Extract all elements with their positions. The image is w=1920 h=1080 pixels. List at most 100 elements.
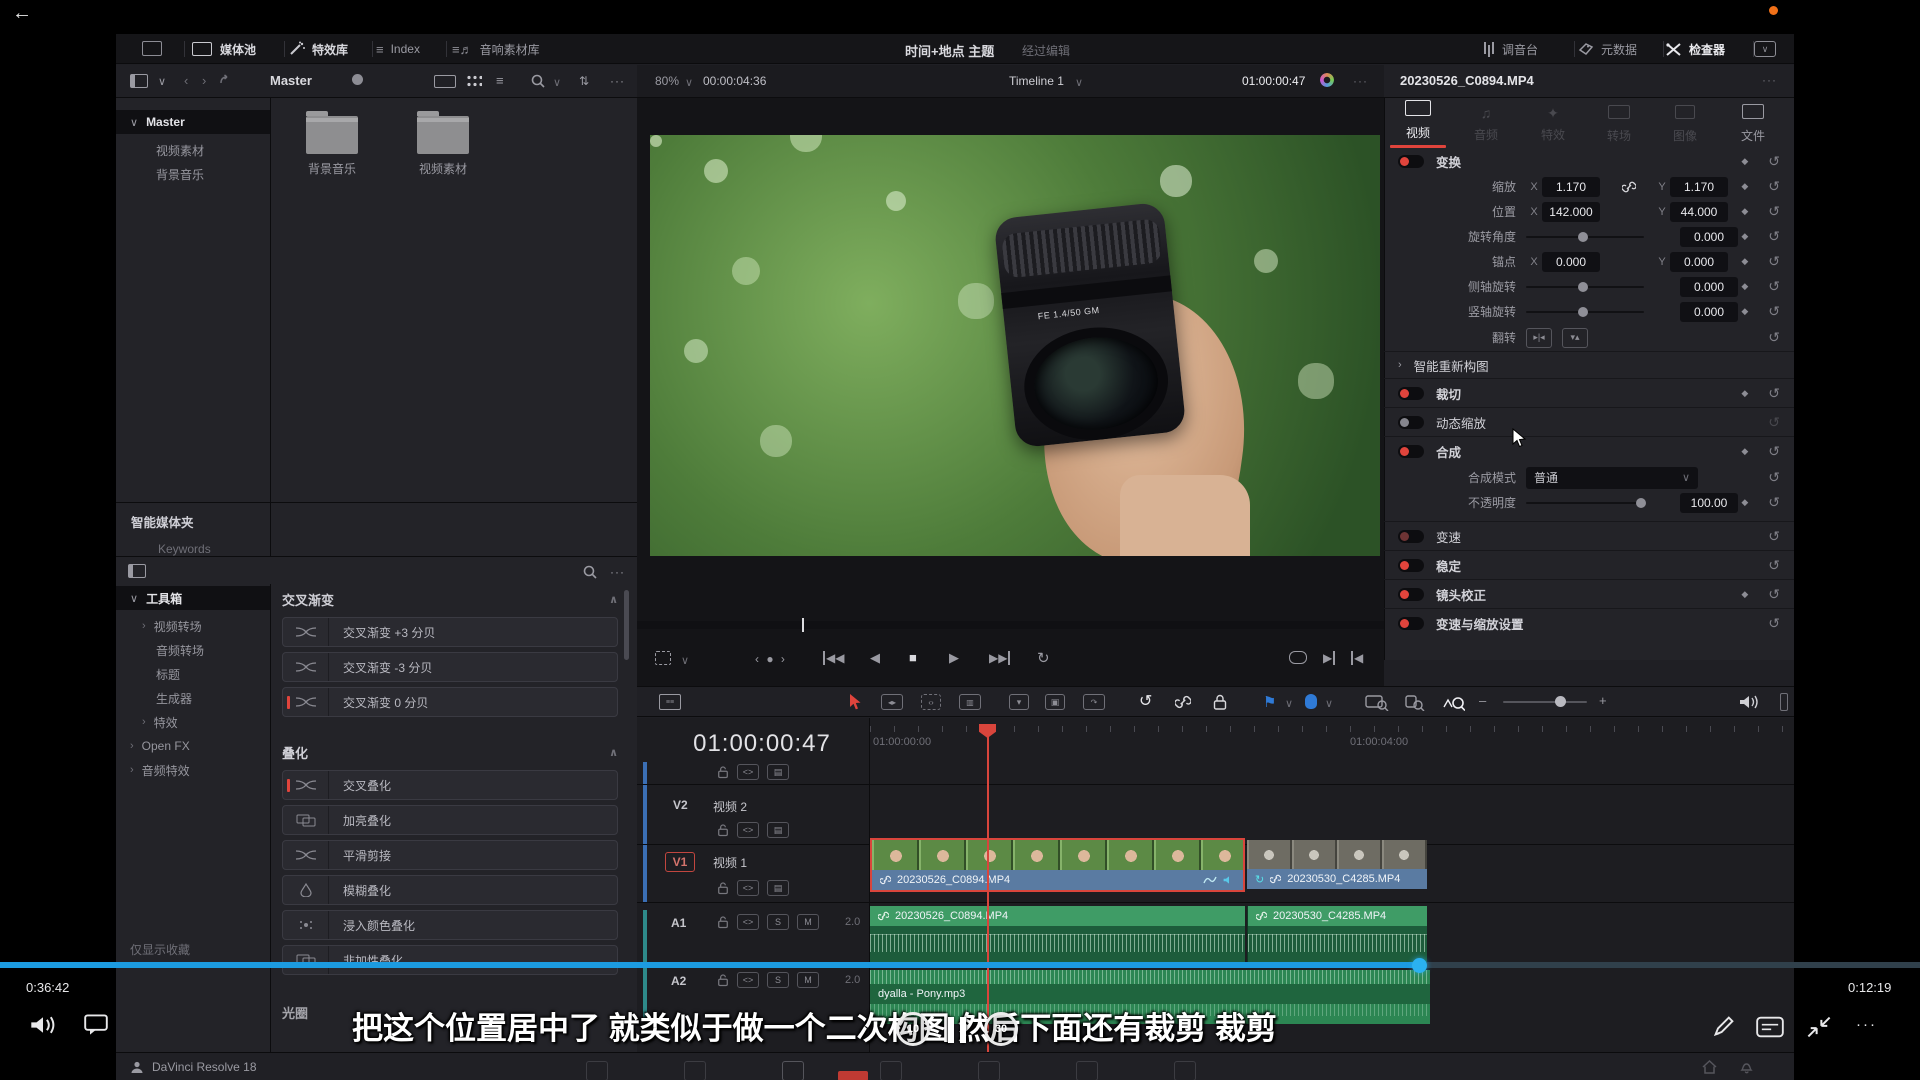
bin-list-chevron-icon[interactable]: ∨ [158, 75, 166, 88]
lens-correction-toggle[interactable] [1398, 587, 1424, 601]
track-a2-id[interactable]: A2 [671, 974, 686, 988]
auto-select-icon[interactable]: <> [737, 880, 759, 896]
fx-item[interactable]: 平滑剪接 [282, 840, 618, 870]
reset-icon[interactable]: ↺ [1768, 528, 1780, 545]
effects-panel-toggle-icon[interactable] [128, 564, 146, 578]
thumbnail-view-icon[interactable] [466, 74, 482, 88]
timeline-chevron-icon[interactable]: ∨ [1075, 76, 1083, 89]
reset-icon[interactable]: ↺ [1768, 178, 1780, 195]
auto-select-icon[interactable]: <> [737, 914, 759, 930]
trim-edit-mode-icon[interactable]: ◂▸ [881, 694, 903, 710]
exit-fullscreen-icon[interactable] [1806, 1015, 1832, 1039]
reset-icon[interactable]: ↺ [1768, 557, 1780, 574]
position-lock-icon[interactable] [1213, 693, 1227, 711]
speed-toggle[interactable] [1398, 529, 1424, 543]
anchor-y-value[interactable]: 0.000 [1670, 251, 1728, 272]
lock-icon[interactable] [717, 915, 729, 929]
page-fairlight-icon[interactable] [1076, 1061, 1098, 1080]
player-back-icon[interactable]: ← [12, 2, 32, 25]
effects-menu-icon[interactable]: ··· [610, 565, 625, 579]
retime-toggle[interactable] [1398, 616, 1424, 630]
section-lens-correction[interactable]: 镜头校正 ◆ ↺ [1384, 580, 1794, 608]
filmstrip-toggle-icon[interactable]: ▤ [767, 764, 789, 780]
filmstrip-toggle-icon[interactable]: ▤ [767, 822, 789, 838]
filmstrip-toggle-icon[interactable]: ▤ [767, 880, 789, 896]
play-around-icon[interactable]: ▶ [1323, 651, 1336, 665]
reset-icon[interactable]: ↺ [1768, 203, 1780, 220]
keyframe-icon[interactable]: ◆ [1741, 388, 1748, 399]
fx-item[interactable]: 交叉渐变 +3 分贝 [282, 617, 618, 647]
reset-icon[interactable]: ↺ [1768, 615, 1780, 632]
workspace-icon[interactable] [142, 41, 162, 56]
crop-tool-chevron-icon[interactable]: ∨ [681, 654, 689, 667]
rotate-slider[interactable] [1526, 231, 1644, 242]
tab-sound-library[interactable]: ≡♬ 音响素材库 [452, 34, 540, 64]
player-danmaku-edit-icon[interactable] [1712, 1014, 1736, 1038]
lock-icon[interactable] [717, 881, 729, 895]
viewer-zoom-level[interactable]: 80% [655, 74, 679, 88]
tab-audio[interactable]: ♫ 音频 [1452, 105, 1520, 143]
pitch-slider[interactable] [1526, 281, 1644, 292]
tab-inspector[interactable]: 检查器 [1665, 34, 1725, 64]
reset-icon[interactable]: ↺ [1768, 303, 1780, 320]
marker-chevron-icon[interactable]: ∨ [1325, 697, 1333, 710]
tab-media-pool[interactable]: 媒体池 [192, 34, 256, 64]
position-x-value[interactable]: 142.000 [1542, 201, 1600, 222]
section-transform[interactable]: 变换 ◆ ↺ [1384, 148, 1794, 174]
fx-tree-openfx[interactable]: › Open FX [116, 734, 270, 758]
smart-bin-keywords[interactable]: Keywords [158, 542, 211, 556]
composite-mode-dropdown[interactable]: 普通 ∨ [1526, 466, 1698, 489]
full-extent-zoom-icon[interactable] [1365, 694, 1389, 711]
collapse-chevron-icon[interactable]: ∨ [130, 592, 138, 605]
dynamic-trim-mode-icon[interactable]: ‹› [921, 694, 941, 710]
fx-item[interactable]: 非加性叠化 [282, 945, 618, 975]
zoom-chevron-icon[interactable]: ∨ [685, 76, 693, 89]
stabilization-toggle[interactable] [1398, 558, 1424, 572]
fx-tree-audio-fx[interactable]: › 音频特效 [116, 758, 270, 782]
clip-a1-20230530[interactable]: 20230530_C4285.MP4 [1247, 906, 1427, 964]
fx-tree-toolbox[interactable]: ∨ 工具箱 [116, 586, 270, 610]
match-frame-icon[interactable]: ◀ [1351, 651, 1363, 665]
up-level-icon[interactable] [218, 73, 234, 89]
keyframe-icon[interactable]: ◆ [1741, 306, 1748, 317]
marker-icon[interactable] [1305, 694, 1317, 709]
page-edit-icon[interactable] [782, 1061, 804, 1080]
rotate-value[interactable]: 0.000 [1680, 226, 1738, 247]
keyframe-icon[interactable]: ◆ [1741, 156, 1748, 167]
section-composite[interactable]: 合成 ◆ ↺ [1384, 437, 1794, 465]
resolve-fx-icon[interactable] [1320, 73, 1334, 87]
reset-icon[interactable]: ↺ [1768, 494, 1780, 511]
clip-a1-20230526[interactable]: 20230526_C0894.MP4 [870, 906, 1245, 964]
collapse-chevron-icon[interactable]: ∨ [130, 116, 138, 129]
bin-tree-item-master[interactable]: ∨ Master [116, 110, 270, 134]
clip-v1-20230530[interactable]: ↻ 20230530_C4285.MP4 [1247, 840, 1427, 890]
replace-clip-icon[interactable]: ↷ [1083, 694, 1105, 710]
scale-y-value[interactable]: 1.170 [1670, 176, 1728, 197]
page-deliver-icon[interactable] [1174, 1061, 1196, 1080]
transform-toggle[interactable] [1398, 154, 1424, 168]
flip-horizontal-button[interactable]: ▸|◂ [1526, 327, 1552, 348]
reset-icon[interactable]: ↺ [1768, 469, 1780, 486]
selection-mode-icon[interactable] [849, 693, 862, 711]
go-to-start-icon[interactable]: ◀◀ [823, 651, 844, 665]
fx-item[interactable]: 加亮叠化 [282, 805, 618, 835]
page-color-icon[interactable] [978, 1061, 1000, 1080]
player-seek-bar[interactable] [0, 958, 1920, 973]
crop-toggle[interactable] [1398, 386, 1424, 400]
fx-tree-audio-transitions[interactable]: 音频转场 [116, 638, 270, 662]
pitch-value[interactable]: 0.000 [1680, 276, 1738, 297]
inspector-menu-icon[interactable]: ··· [1762, 73, 1777, 87]
fx-tree-generators[interactable]: 生成器 [116, 686, 270, 710]
step-back-icon[interactable]: ◀ [870, 650, 880, 666]
page-cut-icon[interactable] [684, 1061, 706, 1080]
jog-control-icon[interactable]: ‹ ● › [755, 652, 787, 666]
zoom-out-icon[interactable]: – [1479, 693, 1486, 708]
effects-search-icon[interactable] [582, 564, 598, 580]
snapping-icon[interactable]: ↻ [1139, 691, 1152, 711]
track-a1-id[interactable]: A1 [671, 916, 686, 930]
tab-index[interactable]: ≡ Index [376, 34, 420, 64]
bin-tree-item-music[interactable]: 背景音乐 [116, 162, 270, 186]
tab-effects[interactable]: ✦ 特效 [1520, 105, 1586, 143]
reset-icon[interactable]: ↺ [1768, 153, 1780, 170]
reset-icon[interactable]: ↺ [1768, 278, 1780, 295]
